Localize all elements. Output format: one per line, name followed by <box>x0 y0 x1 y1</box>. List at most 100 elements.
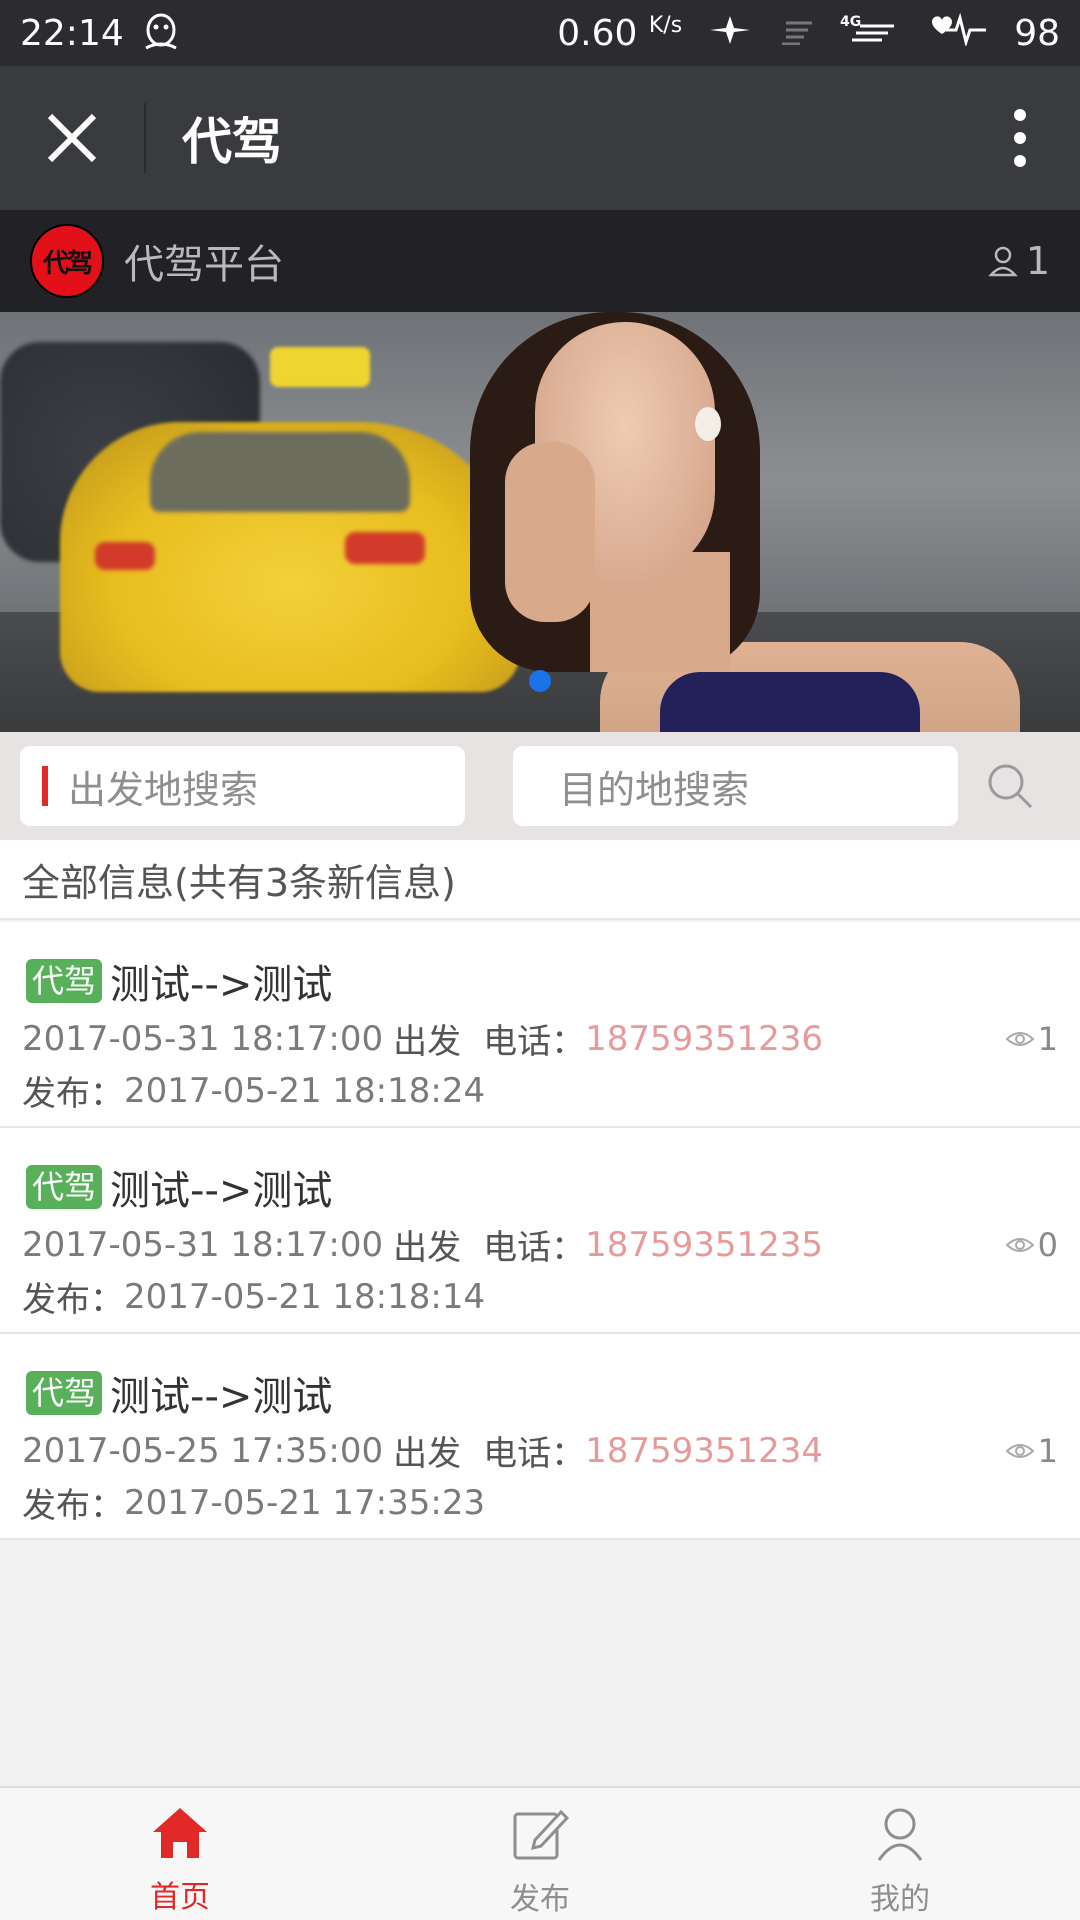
phone-number[interactable]: 18759351235 <box>585 1225 823 1265</box>
depart-label: 出发 <box>393 1022 462 1062</box>
item-title-row: 代驾 测试-->测试 <box>26 1364 332 1422</box>
signal-4g-icon: 4G <box>840 12 896 55</box>
view-count-value: 0 <box>1037 1226 1058 1264</box>
depart-label: 出发 <box>393 1434 462 1474</box>
search-row: 出发地搜索 目的地搜索 <box>0 732 1080 840</box>
depart-label: 出发 <box>393 1228 462 1268</box>
person-icon <box>988 246 1018 277</box>
qq-icon <box>138 10 184 56</box>
close-button[interactable] <box>0 66 144 210</box>
phone-number[interactable]: 18759351236 <box>585 1019 823 1059</box>
view-count: 0 <box>1005 1226 1058 1264</box>
item-route: 测试-->测试 <box>110 1374 333 1420</box>
tab-mine-label: 我的 <box>870 1882 930 1917</box>
tab-publish-label: 发布 <box>510 1882 570 1917</box>
edit-icon <box>513 1809 569 1860</box>
wifi-icon <box>778 13 814 54</box>
phone-label: 电话： <box>483 1434 586 1474</box>
service-tag: 代驾 <box>26 1165 103 1209</box>
item-publish-row: 发布： 2017-05-21 17:35:23 <box>22 1478 485 1527</box>
publish-label: 发布： <box>22 1074 124 1114</box>
item-detail-row: 2017-05-31 18:17:00 出发 电话： 18759351235 <box>22 1220 823 1269</box>
service-tag: 代驾 <box>26 1371 103 1415</box>
tab-mine[interactable]: 我的 <box>720 1788 1080 1920</box>
list-item[interactable]: 代驾 测试-->测试 2017-05-25 17:35:00 出发 电话： 18… <box>0 1334 1080 1540</box>
banner-carousel[interactable] <box>0 312 1080 732</box>
svg-text:4G: 4G <box>840 14 861 30</box>
banner-taxi-sign <box>270 347 370 387</box>
item-detail-row: 2017-05-31 18:17:00 出发 电话： 18759351236 <box>22 1014 823 1063</box>
item-title-row: 代驾 测试-->测试 <box>26 1158 332 1216</box>
close-icon <box>47 113 97 163</box>
destination-placeholder: 目的地搜索 <box>559 767 750 812</box>
net-speed-unit: K/s <box>648 12 683 38</box>
phone-label: 电话： <box>483 1228 586 1268</box>
eye-icon <box>1005 1238 1034 1252</box>
carousel-indicator-dot[interactable] <box>529 670 551 692</box>
info-header: 全部信息(共有3条新信息) <box>0 840 1080 920</box>
more-vertical-icon <box>1014 109 1026 167</box>
item-detail-row: 2017-05-25 17:35:00 出发 电话： 18759351234 <box>22 1426 823 1475</box>
avatar[interactable]: 代驾 <box>30 224 104 298</box>
tab-home-label: 首页 <box>150 1880 210 1915</box>
search-icon <box>988 764 1033 809</box>
account-bar[interactable]: 代驾 代驾平台 1 <box>0 210 1080 312</box>
banner-taxi-light <box>345 532 425 564</box>
phone-number[interactable]: 18759351234 <box>585 1431 823 1471</box>
banner-taxi-light <box>95 542 155 570</box>
account-name[interactable]: 代驾平台 <box>124 232 284 290</box>
destination-search-input[interactable]: 目的地搜索 <box>513 746 958 826</box>
status-time: 22:14 <box>20 12 124 54</box>
publish-time: 2017-05-21 18:18:24 <box>124 1070 486 1111</box>
ride-list: 代驾 测试-->测试 2017-05-31 18:17:00 出发 电话： 18… <box>0 922 1080 1540</box>
departure-placeholder: 出发地搜索 <box>68 767 259 812</box>
depart-time: 2017-05-25 17:35:00 <box>22 1430 384 1471</box>
publish-label: 发布： <box>22 1280 124 1320</box>
eye-icon <box>1005 1444 1034 1458</box>
title-bar: 代驾 <box>0 66 1080 210</box>
item-route: 测试-->测试 <box>110 962 333 1008</box>
depart-time: 2017-05-31 18:17:00 <box>22 1224 384 1265</box>
heart-rate-icon <box>922 12 988 55</box>
view-count-value: 1 <box>1037 1020 1058 1058</box>
publish-label: 发布： <box>22 1486 124 1526</box>
list-item[interactable]: 代驾 测试-->测试 2017-05-31 18:17:00 出发 电话： 18… <box>0 922 1080 1128</box>
item-publish-row: 发布： 2017-05-21 18:18:24 <box>22 1066 485 1115</box>
tab-home[interactable]: 首页 <box>0 1788 360 1920</box>
departure-search-input[interactable]: 出发地搜索 <box>20 746 465 826</box>
publish-time: 2017-05-21 17:35:23 <box>124 1482 486 1523</box>
item-title-row: 代驾 测试-->测试 <box>26 952 332 1010</box>
view-count-value: 1 <box>1037 1432 1058 1470</box>
status-bar: 22:14 0.60 K/s 4G 98 <box>0 0 1080 66</box>
item-route: 测试-->测试 <box>110 1168 333 1214</box>
user-icon <box>877 1808 923 1861</box>
online-count: 1 <box>1025 239 1050 283</box>
list-item[interactable]: 代驾 测试-->测试 2017-05-31 18:17:00 出发 电话： 18… <box>0 1128 1080 1334</box>
view-count: 1 <box>1005 1020 1058 1058</box>
status-right: 0.60 K/s 4G 98 <box>557 12 1060 55</box>
phone-label: 电话： <box>483 1022 586 1062</box>
eye-icon <box>1005 1032 1034 1046</box>
item-publish-row: 发布： 2017-05-21 18:18:14 <box>22 1272 485 1321</box>
online-users: 1 <box>988 239 1050 283</box>
banner-taxi-window <box>150 432 410 512</box>
home-icon <box>153 1808 207 1858</box>
input-cursor-bar <box>42 766 48 806</box>
bottom-tab-bar: 首页 发布 我的 <box>0 1786 1080 1920</box>
depart-time: 2017-05-31 18:17:00 <box>22 1018 384 1059</box>
more-options-button[interactable] <box>960 66 1080 210</box>
banner-earring <box>695 407 721 441</box>
title-divider <box>144 103 146 173</box>
banner-woman-top <box>660 672 920 732</box>
page-title: 代驾 <box>182 113 282 171</box>
battery-level: 98 <box>1014 12 1060 54</box>
search-button[interactable] <box>980 756 1040 816</box>
tencent-icon <box>708 12 752 55</box>
tab-publish[interactable]: 发布 <box>360 1788 720 1920</box>
service-tag: 代驾 <box>26 959 103 1003</box>
net-speed: 0.60 K/s <box>557 13 682 54</box>
view-count: 1 <box>1005 1432 1058 1470</box>
net-speed-value: 0.60 <box>557 12 638 54</box>
banner-woman-hand <box>505 442 595 622</box>
publish-time: 2017-05-21 18:18:14 <box>124 1276 486 1317</box>
